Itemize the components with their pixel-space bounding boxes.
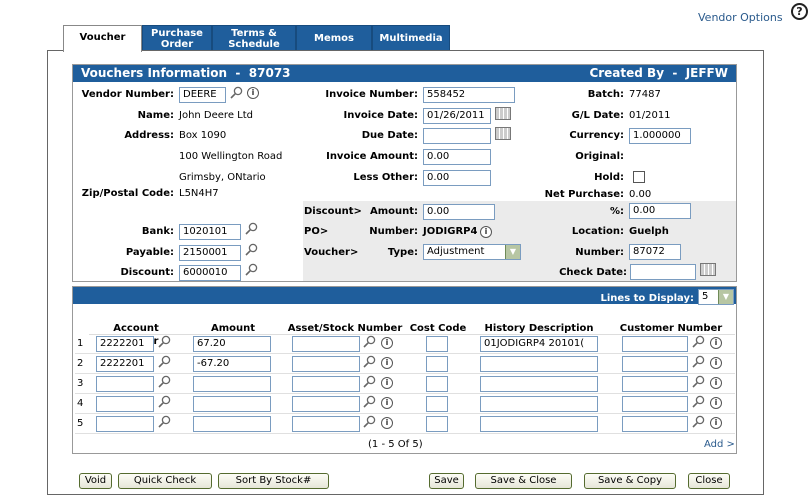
close-button[interactable]: Close [688, 473, 730, 489]
type-label: Type: [387, 247, 418, 258]
void-button[interactable]: Void [79, 473, 112, 489]
tab-multimedia[interactable]: Multimedia [372, 25, 450, 51]
discount-input[interactable]: 6000010 [179, 265, 241, 281]
search-icon[interactable] [245, 222, 258, 235]
type-select[interactable]: Adjustment ▼ [423, 244, 521, 260]
location-value: Guelph [629, 226, 669, 237]
chevron-down-icon[interactable]: ▼ [718, 290, 733, 304]
save-button[interactable]: Save [429, 473, 464, 489]
percent-label: %: [609, 206, 624, 217]
tab-label-line: Terms & [231, 28, 277, 39]
chevron-down-icon[interactable]: ▼ [505, 245, 520, 259]
invoice-amount-input[interactable]: 0.00 [423, 149, 491, 165]
due-date-input[interactable] [423, 128, 491, 144]
zip-value: L5N4H7 [179, 188, 219, 199]
search-icon[interactable] [245, 263, 258, 276]
name-label: Name: [137, 110, 174, 121]
info-icon[interactable]: i [480, 226, 492, 238]
po-number-label: Number: [369, 226, 418, 237]
vendor-name: John Deere Ltd [179, 110, 253, 121]
tab-memos[interactable]: Memos [296, 25, 372, 51]
save-copy-button[interactable]: Save & Copy [584, 473, 676, 489]
zip-label: Zip/Postal Code: [81, 188, 174, 199]
lines-to-display-select[interactable]: 5 ▼ [698, 289, 734, 305]
address-label: Address: [124, 130, 174, 141]
hold-label: Hold: [594, 172, 624, 183]
row-number: 3 [77, 378, 84, 389]
row-number: 1 [77, 338, 84, 349]
invoice-amount-label: Invoice Amount: [326, 151, 418, 162]
gl-date-label: G/L Date: [571, 110, 624, 121]
tab-label-line: Purchase [151, 28, 203, 39]
calendar-icon[interactable] [495, 127, 511, 140]
address-line-2: 100 Wellington Road [179, 151, 283, 162]
info-icon[interactable]: i [247, 87, 259, 99]
panel-title: Vouchers Information - 87073 [81, 66, 291, 80]
batch-label: Batch: [587, 89, 624, 100]
discount-section-label: Discount> [304, 206, 362, 217]
address-line-1: Box 1090 [179, 130, 227, 141]
lines-to-display-value: 5 [702, 291, 709, 302]
discount-amount-input[interactable]: 0.00 [423, 204, 495, 220]
row-number: 4 [77, 398, 84, 409]
invoice-date-label: Invoice Date: [343, 110, 418, 121]
due-date-label: Due Date: [361, 130, 418, 141]
net-purchase-label: Net Purchase: [544, 189, 624, 200]
search-icon[interactable] [245, 243, 258, 256]
tab-label-line: Order [160, 39, 194, 50]
save-close-button[interactable]: Save & Close [475, 473, 572, 489]
gl-date-value: 01/2011 [629, 110, 671, 121]
vendor-number-label: Vendor Number: [81, 89, 174, 100]
batch-value: 77487 [629, 89, 661, 100]
add-link[interactable]: Add > [704, 439, 735, 450]
less-other-input[interactable]: 0.00 [423, 170, 491, 186]
info-title-bar: Vouchers Information - 87073 Created By … [73, 65, 736, 82]
grid-top-border [89, 334, 735, 434]
sort-by-stock-button[interactable]: Sort By Stock# [218, 473, 329, 489]
search-icon[interactable] [230, 86, 243, 99]
po-number-value: JODIGRP4 [423, 226, 478, 237]
vendor-number-input[interactable]: DEERE [179, 87, 226, 103]
lines-to-display-label: Lines to Display: [600, 293, 695, 304]
tab-terms-schedule[interactable]: Terms & Schedule [212, 25, 296, 51]
less-other-label: Less Other: [353, 172, 418, 183]
bank-label: Bank: [141, 226, 174, 237]
invoice-number-label: Invoice Number: [325, 89, 418, 100]
quick-check-button[interactable]: Quick Check [118, 473, 212, 489]
invoice-number-input[interactable]: 558452 [423, 87, 515, 103]
tab-voucher[interactable]: Voucher [63, 25, 142, 52]
po-section-label: PO> [304, 226, 329, 237]
voucher-number-input[interactable]: 87072 [629, 244, 681, 260]
calendar-icon[interactable] [700, 263, 716, 276]
created-by: Created By - JEFFW [589, 66, 728, 80]
help-icon[interactable]: ? [791, 3, 808, 20]
vendor-options-link[interactable]: Vendor Options [698, 11, 783, 24]
tab-label-line: Schedule [228, 39, 280, 50]
row-number: 5 [77, 418, 84, 429]
check-date-label: Check Date: [559, 267, 627, 278]
bank-input[interactable]: 1020101 [179, 224, 241, 240]
discount-label: Discount: [120, 267, 175, 278]
invoice-date-input[interactable]: 01/26/2011 [423, 108, 491, 124]
payable-label: Payable: [125, 247, 174, 258]
location-label: Location: [571, 226, 624, 237]
percent-input[interactable]: 0.00 [629, 203, 691, 219]
currency-label: Currency: [569, 130, 624, 141]
hold-checkbox[interactable] [633, 171, 645, 183]
currency-input[interactable]: 1.000000 [629, 128, 691, 144]
type-selected-value: Adjustment [427, 246, 485, 257]
amount-label: Amount: [369, 206, 418, 217]
address-line-3: Grimsby, ONtario [179, 172, 266, 183]
payable-input[interactable]: 2150001 [179, 245, 241, 261]
original-label: Original: [575, 151, 624, 162]
voucher-number-label: Number: [575, 247, 624, 258]
row-number: 2 [77, 358, 84, 369]
calendar-icon[interactable] [495, 107, 511, 120]
net-purchase-value: 0.00 [629, 189, 652, 200]
check-date-input[interactable] [630, 264, 696, 280]
voucher-section-label: Voucher> [304, 247, 359, 258]
tab-purchase-order[interactable]: Purchase Order [142, 25, 212, 51]
pager-text: (1 - 5 Of 5) [368, 439, 423, 450]
